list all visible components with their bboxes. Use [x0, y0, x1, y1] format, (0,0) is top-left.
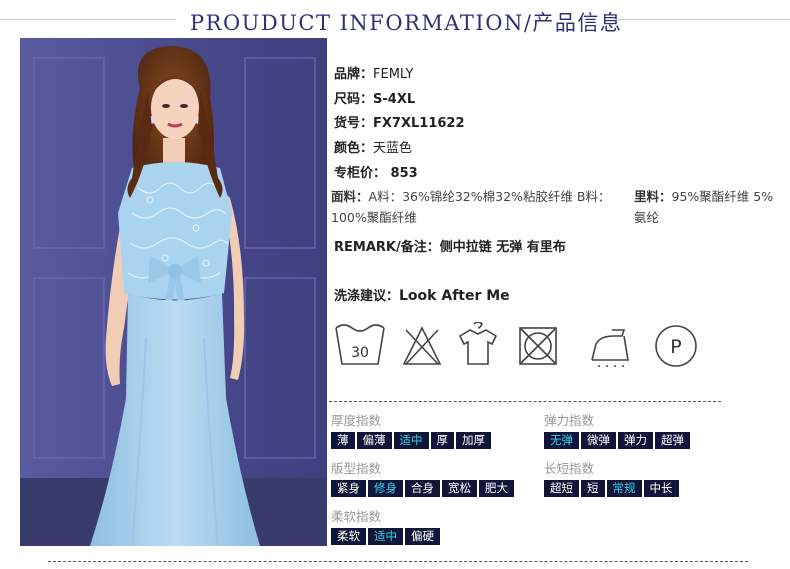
elasticity-scale: 无弹 微弹 弹力 超弹 [544, 432, 690, 449]
no-bleach-icon [402, 326, 442, 365]
remark-label: REMARK/备注： [334, 240, 440, 255]
elasticity-option: 微弹 [581, 432, 616, 449]
item-no-label: 货号： [334, 116, 374, 131]
care-icons: 30 P [334, 321, 714, 376]
softness-option: 适中 [368, 528, 403, 545]
thickness-option: 适中 [393, 432, 429, 449]
washing-row: 洗涤建议：Look After Me [334, 285, 510, 304]
length-scale: 超短短常规 中长 [544, 480, 679, 497]
thickness-option: 偏薄 [356, 432, 392, 449]
elasticity-option: 超弹 [655, 432, 690, 449]
softness-label: 柔软指数 [331, 509, 382, 524]
product-photo [20, 38, 327, 546]
header-rule-right [614, 19, 790, 20]
price-row: 专柜价： 853 [334, 162, 418, 181]
fit-option: 合身 [405, 480, 440, 497]
length-option: 中长 [643, 480, 679, 497]
color-label: 颜色： [334, 141, 374, 156]
thickness-option: 加厚 [456, 432, 491, 449]
size-row: 尺码：S-4XL [334, 88, 415, 107]
softness-option: 偏硬 [405, 528, 440, 545]
remark-value: 侧中拉链 无弹 有里布 [439, 240, 566, 255]
fabric-text: A料：36%锦纶32%棉32%粘胶纤维 B料：100%聚酯纤维 [331, 189, 611, 225]
brand-value: FEMLY [373, 67, 414, 82]
thickness-scale: 薄偏薄 适中厚加厚 [331, 432, 491, 449]
item-no-value: FX7XL11622 [373, 116, 465, 131]
washing-label: 洗涤建议： [334, 289, 400, 304]
color-row: 颜色：天蓝色 [334, 137, 412, 156]
svg-text:30: 30 [351, 345, 369, 361]
fit-option: 肥大 [479, 480, 514, 497]
length-option: 常规 [606, 480, 642, 497]
color-value: 天蓝色 [373, 141, 413, 156]
elasticity-option: 弹力 [618, 432, 653, 449]
fit-scale: 紧身 修身 合身 宽松 肥大 [331, 480, 514, 497]
page-title: PROUDUCT INFORMATION/产品信息 [190, 11, 623, 35]
remark-row: REMARK/备注：侧中拉链 无弹 有里布 [334, 236, 566, 255]
dry-clean-p-icon: P [655, 325, 697, 367]
size-value: S-4XL [373, 92, 416, 107]
softness-scale: 柔软 适中 偏硬 [331, 528, 440, 545]
lining-label: 里料： [634, 189, 672, 204]
fit-option: 宽松 [442, 480, 477, 497]
svg-text:P: P [670, 336, 681, 358]
thickness-option: 薄 [331, 432, 355, 449]
price-value: 853 [390, 166, 418, 181]
length-label: 长短指数 [544, 461, 595, 476]
header-rule-left [0, 19, 176, 20]
length-option: 短 [581, 480, 605, 497]
hang-dry-icon [458, 321, 498, 365]
no-tumble-dry-icon [519, 327, 557, 365]
brand-row: 品牌：FEMLY [334, 63, 413, 82]
length-option: 超短 [544, 480, 579, 497]
fabric-info: 面料：A料：36%锦纶32%棉32%粘胶纤维 B料：100%聚酯纤维 [331, 186, 616, 228]
fit-option: 修身 [368, 480, 403, 497]
price-label: 专柜价： [334, 166, 387, 181]
iron-icon [591, 329, 629, 367]
softness-option: 柔软 [331, 528, 366, 545]
brand-label: 品牌： [334, 67, 374, 82]
elasticity-label: 弹力指数 [544, 413, 595, 428]
thickness-option: 厚 [430, 432, 454, 449]
fabric-label: 面料： [331, 189, 369, 204]
thickness-label: 厚度指数 [331, 413, 382, 428]
elasticity-option: 无弹 [544, 432, 579, 449]
size-label: 尺码： [334, 92, 374, 107]
fit-option: 紧身 [331, 480, 366, 497]
scales-separator [329, 401, 721, 402]
wash-30-icon: 30 [335, 324, 385, 365]
item-no-row: 货号：FX7XL11622 [334, 112, 465, 131]
washing-value: Look After Me [399, 288, 510, 304]
fit-label: 版型指数 [331, 461, 382, 476]
bottom-separator [48, 561, 748, 562]
lining-info: 里料：95%聚酯纤维 5%氨纶 [634, 186, 784, 228]
